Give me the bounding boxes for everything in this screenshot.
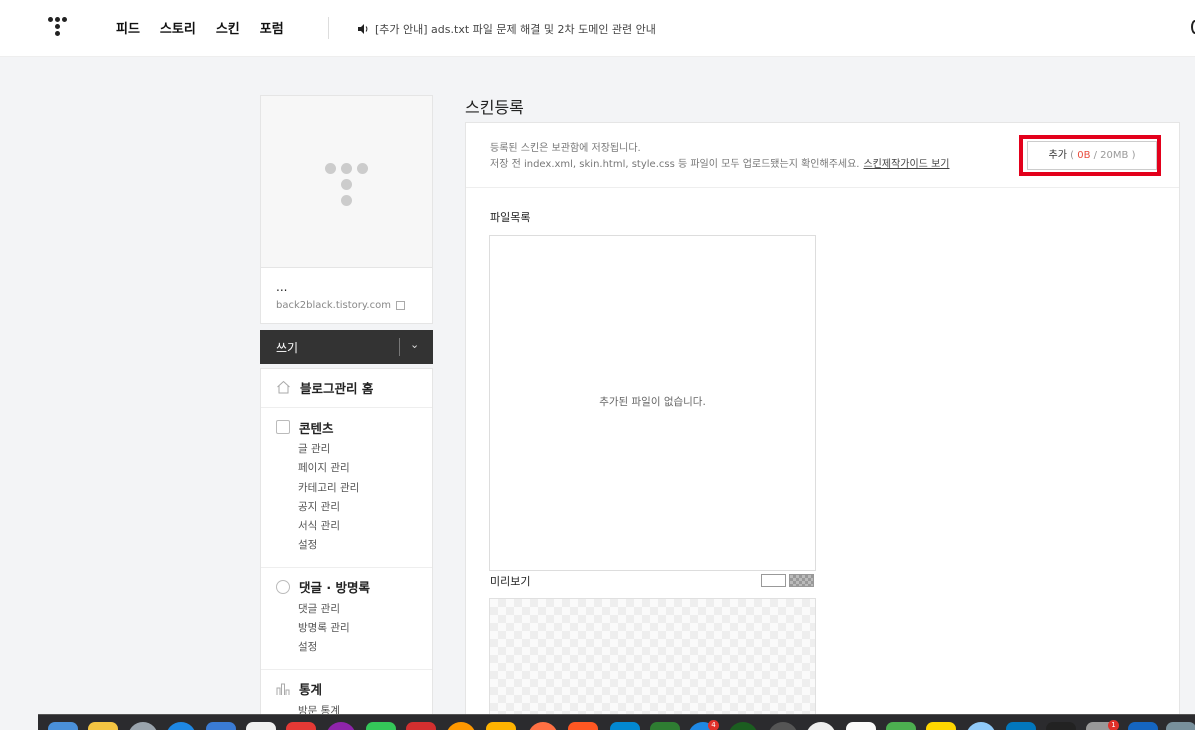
blog-profile-card: ... back2black.tistory.com bbox=[260, 95, 433, 324]
section-title-stats[interactable]: 통계 bbox=[299, 679, 322, 698]
external-link-icon bbox=[395, 301, 405, 310]
sidebar-item-notices[interactable]: 공지 관리 bbox=[298, 498, 432, 517]
sidebar-item-home[interactable]: 블로그관리 홈 bbox=[261, 369, 432, 408]
nav-forum[interactable]: 포럼 bbox=[260, 18, 284, 37]
app-icon[interactable] bbox=[886, 722, 916, 730]
sidebar-item-posts[interactable]: 글 관리 bbox=[298, 440, 432, 459]
preview-white-bg-toggle[interactable] bbox=[761, 574, 786, 587]
section-title-content[interactable]: 콘텐츠 bbox=[299, 418, 334, 437]
sidebar-item-home-label: 블로그관리 홈 bbox=[300, 380, 374, 396]
sidebar-item-pages[interactable]: 페이지 관리 bbox=[298, 459, 432, 478]
blog-cover-image bbox=[261, 96, 432, 268]
sidebar-item-comment-settings[interactable]: 설정 bbox=[298, 638, 432, 657]
add-file-button[interactable]: 추가 ( 0B / 20MB ) bbox=[1027, 141, 1157, 170]
app-icon[interactable] bbox=[406, 722, 436, 730]
nav-story[interactable]: 스토리 bbox=[160, 18, 196, 37]
document-app-icon[interactable] bbox=[846, 722, 876, 730]
notification-badge: 1 bbox=[1108, 720, 1119, 730]
mail-icon[interactable] bbox=[206, 722, 236, 730]
sidebar-item-content-settings[interactable]: 설정 bbox=[298, 536, 432, 555]
desc-line-1: 등록된 스킨은 보관함에 저장됩니다. bbox=[490, 143, 641, 154]
sidebar-menu: 블로그관리 홈 콘텐츠 글 관리 페이지 관리 카테고리 관리 공지 관리 서식… bbox=[260, 368, 433, 730]
skin-description: 등록된 스킨은 보관함에 저장됩니다. 저장 전 index.xml, skin… bbox=[490, 141, 949, 172]
preview-transparent-bg-toggle[interactable] bbox=[789, 574, 814, 587]
app-icon[interactable] bbox=[568, 722, 598, 730]
section-title-comments[interactable]: 댓글 · 방명록 bbox=[299, 577, 370, 596]
desc-line-2-text: 저장 전 index.xml, skin.html, style.css 등 파… bbox=[490, 158, 860, 170]
write-divider bbox=[399, 338, 400, 356]
panel-divider bbox=[466, 187, 1179, 188]
usage-slash: / bbox=[1090, 150, 1101, 161]
sidebar-item-categories[interactable]: 카테고리 관리 bbox=[298, 479, 432, 498]
launchpad-icon[interactable] bbox=[128, 722, 158, 730]
search-icon[interactable] bbox=[768, 722, 798, 730]
nav-divider bbox=[328, 17, 329, 39]
kakaotalk-icon[interactable] bbox=[926, 722, 956, 730]
app-icon[interactable] bbox=[806, 722, 836, 730]
chart-icon bbox=[276, 683, 290, 695]
notes-icon[interactable] bbox=[88, 722, 118, 730]
blog-url[interactable]: back2black.tistory.com bbox=[276, 300, 405, 311]
empty-file-message: 추가된 파일이 없습니다. bbox=[599, 396, 706, 408]
blog-name[interactable]: ... bbox=[276, 280, 287, 294]
usage-limit: 20MB bbox=[1100, 150, 1129, 161]
file-list-box[interactable]: 추가된 파일이 없습니다. bbox=[489, 235, 816, 571]
skin-register-panel: 등록된 스킨은 보관함에 저장됩니다. 저장 전 index.xml, skin… bbox=[465, 122, 1180, 730]
terminal-icon[interactable] bbox=[1046, 722, 1076, 730]
guide-link[interactable]: 스킨제작가이드 보기 bbox=[863, 159, 949, 170]
tistory-logo-icon[interactable] bbox=[48, 15, 68, 39]
usage-close: ) bbox=[1128, 150, 1136, 161]
app-icon[interactable] bbox=[286, 722, 316, 730]
notice-text: [추가 안내] ads.txt 파일 문제 해결 및 2차 도메인 관련 안내 bbox=[375, 23, 656, 36]
notification-badge: 4 bbox=[708, 720, 719, 730]
app-icon[interactable] bbox=[486, 722, 516, 730]
page-title: 스킨등록 bbox=[465, 98, 524, 117]
usage-used: 0B bbox=[1077, 150, 1091, 161]
sidebar-item-templates[interactable]: 서식 관리 bbox=[298, 517, 432, 536]
app-icon[interactable] bbox=[1128, 722, 1158, 730]
blog-url-text: back2black.tistory.com bbox=[276, 300, 391, 311]
add-label: 추가 bbox=[1048, 150, 1067, 161]
file-list-label: 파일목록 bbox=[490, 211, 531, 224]
sidebar-item-guestbook[interactable]: 방명록 관리 bbox=[298, 619, 432, 638]
speaker-icon bbox=[358, 24, 368, 34]
macos-dock: 4 1 bbox=[38, 714, 1195, 730]
desc-line-2: 저장 전 index.xml, skin.html, style.css 등 파… bbox=[490, 157, 949, 173]
notice-banner[interactable]: [추가 안내] ads.txt 파일 문제 해결 및 2차 도메인 관련 안내 bbox=[357, 21, 656, 37]
app-icon[interactable] bbox=[650, 722, 680, 730]
comment-icon bbox=[276, 579, 290, 594]
messages-icon[interactable] bbox=[366, 722, 396, 730]
app-icon[interactable] bbox=[966, 722, 996, 730]
chevron-down-icon[interactable]: ⌄ bbox=[410, 338, 419, 351]
home-icon bbox=[277, 380, 290, 394]
safari-icon[interactable] bbox=[166, 722, 196, 730]
write-button[interactable]: 쓰기 ⌄ bbox=[260, 330, 433, 364]
app-icon[interactable] bbox=[1166, 722, 1195, 730]
calendar-icon[interactable] bbox=[246, 722, 276, 730]
finder-icon[interactable] bbox=[48, 722, 78, 730]
app-icon[interactable] bbox=[528, 722, 558, 730]
main-nav: 피드 스토리 스킨 포럼 bbox=[116, 18, 284, 37]
sidebar-item-comments[interactable]: 댓글 관리 bbox=[298, 600, 432, 619]
music-icon[interactable] bbox=[326, 722, 356, 730]
top-bar: 피드 스토리 스킨 포럼 [추가 안내] ads.txt 파일 문제 해결 및 … bbox=[0, 0, 1195, 57]
app-icon[interactable] bbox=[610, 722, 640, 730]
preview-box bbox=[489, 598, 816, 730]
document-icon bbox=[276, 420, 290, 434]
nav-skin[interactable]: 스킨 bbox=[216, 18, 240, 37]
nav-feed[interactable]: 피드 bbox=[116, 18, 140, 37]
sidebar-section-comments: 댓글 · 방명록 댓글 관리 방명록 관리 설정 bbox=[261, 568, 432, 670]
sidebar-section-content: 콘텐츠 글 관리 페이지 관리 카테고리 관리 공지 관리 서식 관리 설정 bbox=[261, 408, 432, 568]
photos-icon[interactable] bbox=[446, 722, 476, 730]
user-menu-icon[interactable] bbox=[1191, 20, 1195, 34]
app-icon[interactable] bbox=[728, 722, 758, 730]
app-icon[interactable] bbox=[1006, 722, 1036, 730]
preview-label: 미리보기 bbox=[490, 575, 531, 588]
write-label: 쓰기 bbox=[276, 341, 299, 355]
